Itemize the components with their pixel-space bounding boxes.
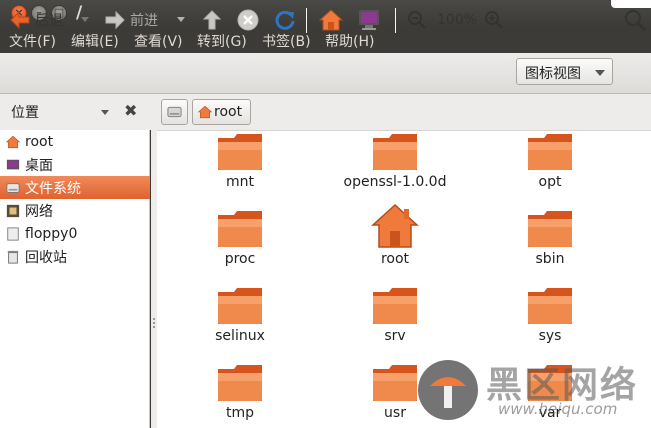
sidebar-item-floppy0[interactable]: floppy0: [0, 222, 150, 245]
zoom-out-button[interactable]: [407, 8, 427, 32]
file-item-srv[interactable]: srv: [335, 286, 455, 344]
menu-view[interactable]: 查看(V): [134, 31, 183, 51]
menu-go[interactable]: 转到(G): [197, 31, 247, 51]
up-button[interactable]: [202, 8, 222, 32]
sidebar-item-label: root: [25, 133, 54, 150]
file-name: sbin: [535, 251, 565, 267]
file-item-sbin[interactable]: sbin: [490, 209, 610, 267]
sidebar-item-label: 回收站: [25, 249, 67, 266]
sidebar-title[interactable]: 位置: [11, 102, 39, 122]
file-name: openssl-1.0.0d: [343, 174, 447, 190]
file-item-sys[interactable]: sys: [490, 286, 610, 344]
home-folder-icon: [371, 203, 419, 248]
drive-icon: [6, 182, 20, 193]
toggle-location-entry-button[interactable]: [161, 99, 188, 125]
sidebar-item-label: 文件系统: [25, 180, 81, 197]
floppy-icon: [7, 226, 19, 241]
watermark-url: www.heiqu.com: [498, 400, 618, 418]
stop-button[interactable]: [237, 8, 259, 32]
menu-edit[interactable]: 编辑(E): [71, 31, 119, 51]
back-label: 后退: [35, 13, 63, 29]
sidebar-item-label: 桌面: [25, 157, 53, 174]
home-icon: [319, 9, 343, 31]
folder-icon: [373, 134, 417, 170]
zoom-in-button[interactable]: [484, 8, 504, 32]
close-sidebar-button[interactable]: ✖: [124, 101, 137, 120]
forward-arrow-icon: [105, 10, 125, 30]
zoom-in-icon: [485, 11, 503, 29]
view-mode-select[interactable]: 图标视图: [516, 58, 613, 85]
up-arrow-icon: [202, 10, 222, 30]
folder-icon: [528, 211, 572, 247]
sidebar-item-desktop[interactable]: 桌面: [0, 153, 150, 176]
sidebar-mode-dropdown[interactable]: [101, 110, 109, 115]
folder-icon: [218, 365, 262, 401]
file-item-openssl[interactable]: openssl-1.0.0d: [335, 132, 455, 190]
computer-button[interactable]: [357, 8, 381, 32]
forward-button[interactable]: 前进: [104, 8, 158, 32]
folder-icon: [218, 211, 262, 247]
search-icon: [624, 9, 647, 31]
file-item-root[interactable]: root: [335, 203, 455, 267]
file-item-mnt[interactable]: mnt: [180, 132, 300, 190]
file-name: mnt: [226, 174, 254, 190]
folder-icon: [218, 134, 262, 170]
back-arrow-icon: [10, 10, 30, 30]
sidebar-item-root[interactable]: root: [0, 130, 150, 153]
breadcrumb-root[interactable]: root: [192, 99, 251, 125]
panel-corner: [611, 0, 651, 8]
sidebar-item-label: 网络: [25, 203, 53, 220]
chevron-down-icon: [595, 70, 605, 76]
folder-icon: [218, 288, 262, 324]
file-name: root: [380, 251, 410, 267]
file-item-selinux[interactable]: selinux: [180, 286, 300, 344]
desktop-icon: [6, 159, 20, 169]
trash-icon: [7, 250, 19, 264]
places-list: root 桌面 文件系统 网络 floppy0 回收站: [0, 130, 150, 268]
menu-help[interactable]: 帮助(H): [325, 31, 374, 51]
file-name: srv: [384, 328, 406, 344]
view-mode-value: 图标视图: [525, 66, 581, 82]
file-name: selinux: [215, 328, 265, 344]
watermark: 黑区网络 www.heiqu.com: [418, 360, 651, 428]
search-button[interactable]: [624, 8, 648, 32]
reload-icon: [275, 10, 295, 30]
toolbar-separator: [306, 8, 307, 33]
home-icon: [198, 105, 212, 119]
file-item-tmp[interactable]: tmp: [180, 363, 300, 421]
sidebar-item-label: floppy0: [25, 225, 78, 242]
folder-icon: [373, 288, 417, 324]
drive-icon: [167, 106, 182, 118]
stop-icon: [237, 9, 259, 31]
file-name: opt: [538, 174, 562, 190]
file-name: proc: [224, 251, 256, 267]
home-icon: [6, 135, 20, 148]
file-name: sys: [538, 328, 562, 344]
network-icon: [6, 204, 20, 217]
watermark-logo-icon: [418, 360, 478, 420]
file-name: tmp: [225, 405, 254, 421]
folder-icon: [528, 134, 572, 170]
folder-icon: [528, 288, 572, 324]
forward-history-dropdown[interactable]: [177, 17, 185, 22]
reload-button[interactable]: [274, 8, 296, 32]
back-button[interactable]: 后退: [9, 8, 63, 32]
computer-icon: [359, 10, 379, 30]
file-item-proc[interactable]: proc: [180, 209, 300, 267]
zoom-level[interactable]: 100%: [437, 8, 477, 32]
menu-file[interactable]: 文件(F): [9, 31, 56, 51]
back-history-dropdown[interactable]: [81, 17, 89, 22]
location-bar: [0, 94, 651, 130]
home-button[interactable]: [319, 8, 343, 32]
sidebar-item-network[interactable]: 网络: [0, 199, 150, 222]
folder-icon: [373, 365, 417, 401]
file-item-opt[interactable]: opt: [490, 132, 610, 190]
breadcrumb-label: root: [214, 104, 243, 120]
forward-label: 前进: [130, 13, 158, 29]
toolbar-separator: [395, 8, 396, 33]
sidebar-item-trash[interactable]: 回收站: [0, 245, 150, 268]
menu-bookmarks[interactable]: 书签(B): [262, 31, 311, 51]
zoom-out-icon: [408, 11, 426, 29]
sidebar-item-filesystem[interactable]: 文件系统: [0, 176, 150, 199]
